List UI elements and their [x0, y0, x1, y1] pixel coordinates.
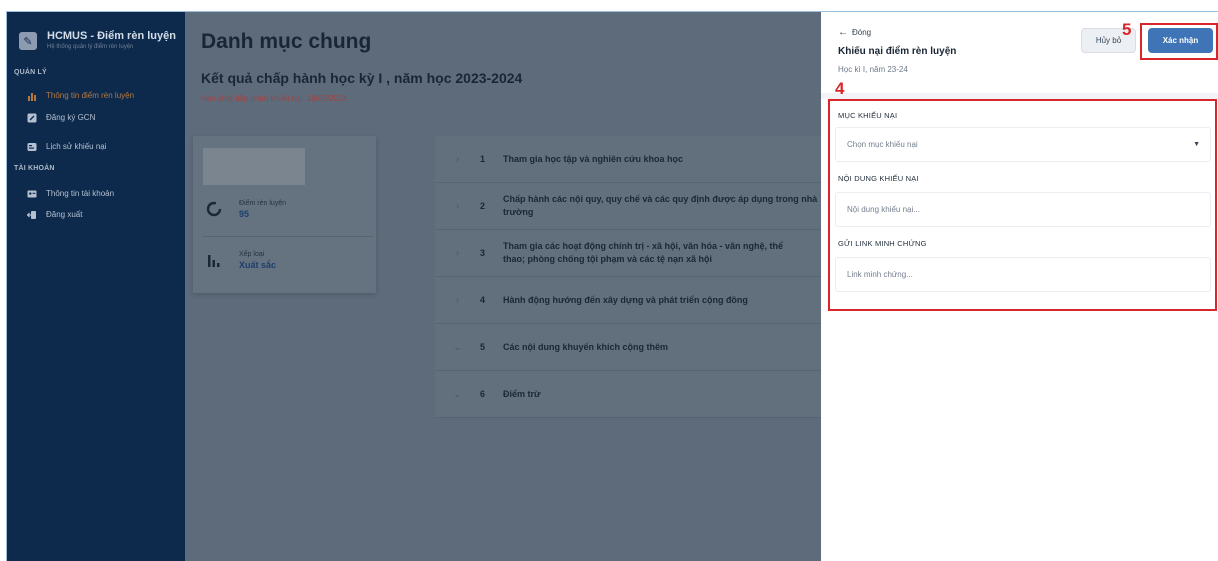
row-number: 2	[480, 201, 486, 211]
close-label: Đóng	[852, 28, 872, 37]
criteria-table: › 1 Tham gia học tập và nghiên cứu khoa …	[435, 136, 821, 418]
chevron-down-icon[interactable]: ⌄	[435, 389, 480, 400]
sidebar-item-label: Đăng ký GCN	[46, 113, 96, 122]
history-icon	[26, 141, 37, 152]
sidebar-item-account-info[interactable]: Thông tin tài khoản	[26, 188, 114, 199]
annotation-number-4: 4	[835, 79, 845, 98]
chevron-down-icon[interactable]: ⌄	[435, 342, 480, 353]
input-placeholder: Link minh chứng...	[847, 270, 913, 279]
complaint-deadline: Hạn chót tiếp nhận khiếu nại: 18/09/2024	[201, 94, 347, 103]
row-text-line-1: Tham gia các hoạt động chính trị - xã hộ…	[503, 241, 784, 251]
row-text: Tham gia học tập và nghiên cứu khoa học	[503, 153, 684, 164]
complaint-drawer: ← Đóng Khiếu nại điểm rèn luyện Học kì I…	[821, 12, 1218, 561]
evidence-link-label: GỬI LINK MINH CHỨNG	[838, 239, 927, 248]
table-row[interactable]: › 4 Hành động hướng đến xây dựng và phát…	[435, 277, 821, 324]
sidebar-item-training-points[interactable]: Thông tin điểm rèn luyện	[26, 90, 134, 101]
close-link[interactable]: ← Đóng	[838, 27, 871, 38]
complaint-category-label: MỤC KHIẾU NẠI	[838, 111, 898, 120]
chevron-right-icon[interactable]: ›	[435, 154, 480, 165]
chevron-right-icon[interactable]: ›	[435, 201, 480, 212]
section-account: TÀI KHOẢN	[14, 165, 55, 172]
row-number: 4	[480, 295, 486, 305]
annotation-box-5	[1140, 23, 1218, 60]
row-text: Điểm trừ	[503, 388, 541, 399]
evidence-link-input[interactable]: Link minh chứng...	[835, 257, 1211, 292]
row-number: 1	[480, 154, 486, 164]
main-content: Danh mục chung Kết quả chấp hành học kỳ …	[185, 12, 821, 561]
sidebar-item-logout[interactable]: Đăng xuất	[26, 209, 82, 220]
brand-title: HCMUS - Điểm rèn luyện	[47, 30, 176, 42]
table-row[interactable]: › 3 Tham gia các hoạt động chính trị - x…	[435, 230, 821, 277]
stat-ranking: Xếp loại Xuất sắc	[203, 250, 276, 270]
section-manage: QUẢN LÝ	[14, 69, 47, 76]
row-number: 5	[480, 342, 486, 352]
complaint-content-input[interactable]: Nội dung khiếu nại...	[835, 192, 1211, 227]
stat-value: 95	[239, 208, 250, 219]
sidebar-item-label: Lịch sử khiếu nại	[46, 142, 107, 151]
row-number: 3	[480, 248, 486, 258]
table-row[interactable]: ⌄ 5 Các nội dung khuyến khích cộng thêm	[435, 324, 821, 371]
bar-chart-icon	[26, 90, 37, 101]
sidebar-item-label: Thông tin điểm rèn luyện	[46, 91, 135, 100]
logo-icon: ✎	[19, 32, 37, 50]
row-text: Hành động hướng đến xây dựng và phát tri…	[503, 294, 748, 305]
logout-icon	[26, 209, 37, 220]
arrow-left-icon: ←	[838, 27, 848, 38]
drawer-title: Khiếu nại điểm rèn luyện	[838, 46, 957, 57]
student-summary-card: Điểm rèn luyện 95 Xếp loại Xuất sắc	[193, 136, 376, 293]
annotation-number-5: 5	[1122, 20, 1132, 39]
table-row[interactable]: ⌄ 6 Điểm trừ	[435, 371, 821, 418]
stat-value: Xuất sắc	[239, 259, 277, 270]
row-text: Chấp hành các nội quy, quy chế và các qu…	[503, 193, 821, 219]
table-row[interactable]: › 1 Tham gia học tập và nghiên cứu khoa …	[435, 136, 821, 183]
row-text-line-2: thao; phòng chống tội phạm và các tệ nạn…	[503, 254, 713, 264]
complaint-content-label: NỘI DUNG KHIẾU NẠI	[838, 174, 919, 183]
row-text-line-1: Chấp hành các nội quy, quy chế và các qu…	[503, 194, 818, 204]
bar-rank-icon	[203, 250, 225, 270]
id-card-icon	[26, 188, 37, 199]
complaint-category-select[interactable]: Chọn mục khiếu nại ▼	[835, 127, 1211, 162]
row-text: Tham gia các hoạt động chính trị - xã hộ…	[503, 240, 821, 266]
sidebar-item-register-gcn[interactable]: Đăng ký GCN	[26, 112, 95, 123]
sidebar-item-label: Đăng xuất	[46, 210, 83, 219]
student-photo	[203, 148, 305, 185]
caret-down-icon: ▼	[1193, 141, 1200, 148]
row-number: 6	[480, 389, 486, 399]
circle-progress-icon	[203, 199, 225, 219]
brand: ✎ HCMUS - Điểm rèn luyện Hệ thống quản l…	[19, 30, 176, 50]
chevron-right-icon[interactable]: ›	[435, 248, 480, 259]
stat-training-points: Điểm rèn luyện 95	[203, 199, 286, 219]
table-row[interactable]: › 2 Chấp hành các nội quy, quy chế và cá…	[435, 183, 821, 230]
brand-subtitle: Hệ thống quản lý điểm rèn luyện	[47, 44, 134, 50]
drawer-subtitle: Học kì I, năm 23-24	[838, 65, 908, 74]
input-placeholder: Nội dung khiếu nại...	[847, 205, 920, 214]
edit-icon	[26, 112, 37, 123]
row-text: Các nội dung khuyến khích cộng thêm	[503, 341, 669, 352]
semester-title: Kết quả chấp hành học kỳ I , năm học 202…	[201, 70, 523, 86]
stat-label: Xếp loại	[239, 250, 265, 258]
select-placeholder: Chọn mục khiếu nại	[847, 140, 918, 149]
stat-label: Điểm rèn luyện	[239, 199, 287, 207]
chevron-right-icon[interactable]: ›	[435, 295, 480, 306]
sidebar: ✎ HCMUS - Điểm rèn luyện Hệ thống quản l…	[7, 12, 185, 561]
row-text-line-2: trường	[503, 207, 534, 217]
sidebar-item-label: Thông tin tài khoản	[46, 189, 115, 198]
page-title: Danh mục chung	[201, 30, 372, 53]
divider	[203, 236, 373, 237]
sidebar-item-complaint-history[interactable]: Lịch sử khiếu nại	[26, 141, 107, 152]
